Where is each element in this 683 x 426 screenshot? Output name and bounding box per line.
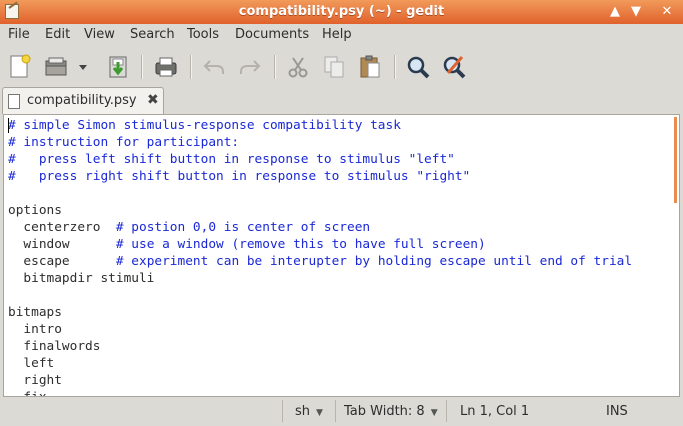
code-comment: # press right shift button in response t…: [8, 169, 471, 184]
title-bar[interactable]: compatibility.psy (~) - gedit ▲ ▼ ✕: [0, 0, 683, 24]
menu-documents[interactable]: Documents: [235, 27, 309, 42]
menu-search[interactable]: Search: [130, 27, 175, 42]
code-line[interactable]: # simple Simon stimulus-response compati…: [8, 118, 401, 133]
menu-bar: File Edit View Search Tools Documents He…: [0, 24, 683, 46]
new-document-icon[interactable]: [6, 53, 34, 81]
tab-label: compatibility.psy: [27, 93, 137, 108]
paste-icon[interactable]: [356, 53, 384, 81]
code-line[interactable]: intro: [8, 322, 62, 337]
code-line[interactable]: fix: [8, 390, 46, 396]
code-text-segment: intro: [8, 322, 62, 337]
toolbar-separator: [274, 55, 276, 79]
toolbar: [0, 47, 683, 87]
code-line[interactable]: centerzero # postion 0,0 is center of sc…: [8, 220, 370, 235]
code-text-segment: fix: [8, 390, 46, 396]
code-text-segment: finalwords: [8, 339, 101, 354]
close-icon[interactable]: ✕: [658, 3, 676, 21]
gedit-window: compatibility.psy (~) - gedit ▲ ▼ ✕ File…: [0, 0, 683, 426]
cut-icon[interactable]: [284, 53, 312, 81]
dropdown-arrow-icon[interactable]: [76, 53, 90, 81]
code-line[interactable]: escape # experiment can be interupter by…: [8, 254, 632, 269]
code-line[interactable]: options: [8, 203, 62, 218]
code-line[interactable]: bitmapdir stimuli: [8, 271, 154, 286]
code-text-segment: escape: [8, 254, 116, 269]
code-line[interactable]: finalwords: [8, 339, 100, 354]
status-separator: [335, 400, 336, 422]
undo-icon[interactable]: [200, 53, 228, 81]
text-cursor: [8, 118, 9, 133]
code-text-segment: window: [8, 237, 116, 252]
maximize-icon[interactable]: ▼: [627, 3, 645, 21]
menu-view[interactable]: View: [84, 27, 115, 42]
chevron-down-icon: ▼: [430, 408, 438, 418]
language-selector[interactable]: sh ▼: [295, 402, 323, 422]
code-text-segment: bitmaps: [8, 305, 62, 320]
find-replace-icon[interactable]: [440, 53, 468, 81]
open-icon[interactable]: [42, 53, 70, 81]
code-comment: # simple Simon stimulus-response compati…: [8, 118, 401, 133]
code-comment: # instruction for participant:: [8, 135, 240, 150]
toolbar-separator: [394, 55, 396, 79]
tab-width-selector[interactable]: Tab Width: 8 ▼: [344, 402, 438, 422]
find-icon[interactable]: [404, 53, 432, 81]
menu-edit[interactable]: Edit: [45, 27, 70, 42]
insert-mode: INS: [606, 404, 628, 419]
code-text-segment: left: [8, 356, 55, 371]
document-tab-bar: compatibility.psy ✖: [0, 87, 683, 114]
language-label: sh: [295, 404, 311, 419]
minimize-icon[interactable]: ▲: [606, 3, 624, 21]
code-comment: # postion 0,0 is center of screen: [115, 220, 371, 235]
toolbar-separator: [190, 55, 192, 79]
code-comment: # press left shift button in response to…: [8, 152, 455, 167]
code-line[interactable]: # instruction for participant:: [8, 135, 239, 150]
menu-tools[interactable]: Tools: [187, 27, 219, 42]
menu-file[interactable]: File: [8, 27, 30, 42]
cursor-position: Ln 1, Col 1: [460, 404, 530, 419]
tab-compatibility-psy[interactable]: compatibility.psy ✖: [2, 87, 164, 114]
document-icon: [8, 94, 20, 109]
text-editor[interactable]: # simple Simon stimulus-response compati…: [3, 114, 680, 397]
toolbar-separator: [141, 55, 143, 79]
code-text-segment: right: [8, 373, 62, 388]
redo-icon[interactable]: [236, 53, 264, 81]
copy-icon[interactable]: [320, 53, 348, 81]
tab-close-icon[interactable]: ✖: [147, 92, 159, 108]
scroll-indicator[interactable]: [674, 117, 677, 203]
code-comment: # use a window (remove this to have full…: [115, 237, 486, 252]
window-title: compatibility.psy (~) - gedit: [238, 4, 445, 19]
code-text-segment: options: [8, 203, 62, 218]
code-line[interactable]: # press right shift button in response t…: [8, 169, 470, 184]
print-icon[interactable]: [152, 53, 180, 81]
save-icon[interactable]: [104, 53, 132, 81]
code-line[interactable]: bitmaps: [8, 305, 62, 320]
code-text-segment: bitmapdir stimuli: [8, 271, 155, 286]
code-line[interactable]: window # use a window (remove this to ha…: [8, 237, 486, 252]
code-line[interactable]: # press left shift button in response to…: [8, 152, 455, 167]
chevron-down-icon: ▼: [316, 408, 323, 418]
status-bar: sh ▼ Tab Width: 8 ▼ Ln 1, Col 1 INS: [0, 397, 683, 426]
status-separator: [446, 400, 447, 422]
code-text-segment: centerzero: [8, 220, 116, 235]
code-line[interactable]: left: [8, 356, 54, 371]
status-separator: [282, 400, 283, 422]
code-comment: # experiment can be interupter by holdin…: [115, 254, 633, 269]
code-text[interactable]: # simple Simon stimulus-response compati…: [8, 117, 632, 396]
menu-help[interactable]: Help: [322, 27, 352, 42]
tab-width-label: Tab Width: 8: [344, 404, 425, 419]
code-line[interactable]: right: [8, 373, 62, 388]
